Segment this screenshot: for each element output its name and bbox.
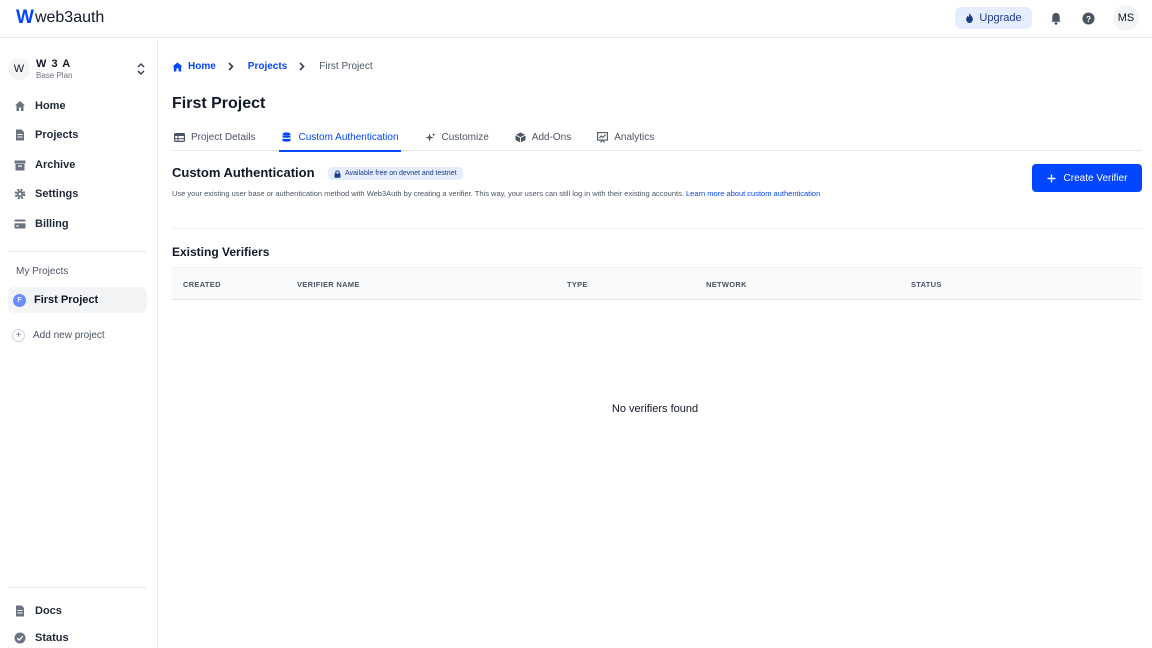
availability-badge-text: Available free on devnet and testnet: [345, 170, 457, 177]
home-icon: [14, 100, 26, 112]
custom-auth-description: Use your existing user base or authentic…: [172, 189, 820, 198]
plus-icon: [1047, 174, 1056, 182]
sidebar-item-settings[interactable]: Settings: [8, 181, 148, 207]
sidebar-item-label: Status: [35, 632, 69, 644]
project-name: First Project: [34, 294, 99, 306]
sidebar-project-first-project[interactable]: F First Project: [8, 287, 147, 313]
sidebar-item-label: Projects: [35, 129, 79, 141]
help-icon[interactable]: ?: [1081, 11, 1095, 25]
sidebar-item-label: Home: [35, 100, 66, 112]
sidebar-item-projects[interactable]: Projects: [8, 122, 148, 148]
upgrade-label: Upgrade: [979, 12, 1022, 24]
tab-label: Add-Ons: [531, 132, 572, 143]
lock-icon: [334, 170, 341, 178]
home-icon: [172, 61, 183, 72]
sidebar-item-label: Docs: [35, 605, 62, 617]
sidebar-item-label: Settings: [35, 188, 79, 200]
sidebar-item-label: Archive: [35, 159, 76, 171]
top-bar: W web3auth Upgrade ? MS: [0, 0, 1152, 38]
org-name: W 3 A: [36, 57, 72, 70]
column-header-created[interactable]: CREATED: [183, 280, 221, 289]
column-header-network[interactable]: NETWORK: [706, 280, 747, 289]
column-header-status[interactable]: STATUS: [911, 280, 942, 289]
credit-card-icon: [14, 218, 26, 230]
project-tabs: Project Details Custom Authentication Cu…: [172, 129, 1142, 152]
sidebar-item-status[interactable]: Status: [8, 625, 148, 648]
breadcrumb-projects-link[interactable]: Projects: [248, 61, 287, 72]
tab-add-ons[interactable]: Add-Ons: [513, 129, 573, 151]
bell-icon[interactable]: [1049, 11, 1063, 25]
sidebar-item-home[interactable]: Home: [8, 93, 148, 119]
learn-more-link[interactable]: Learn more about custom authentication: [686, 189, 820, 198]
custom-auth-title: Custom Authentication: [172, 165, 315, 180]
tab-customize[interactable]: Customize: [423, 129, 491, 151]
verifiers-table-header: CREATED VERIFIER NAME TYPE NETWORK STATU…: [172, 267, 1142, 300]
tab-label: Custom Authentication: [298, 132, 399, 143]
document-icon: [14, 129, 26, 141]
gear-icon: [14, 188, 26, 200]
create-verifier-button[interactable]: Create Verifier: [1032, 164, 1142, 192]
upgrade-button[interactable]: Upgrade: [955, 7, 1032, 29]
section-divider: [172, 228, 1142, 229]
my-projects-label: My Projects: [16, 266, 69, 277]
org-plan: Base Plan: [36, 70, 73, 80]
main-content: Home Projects First Project First Projec…: [158, 39, 1152, 648]
availability-badge: Available free on devnet and testnet: [328, 167, 463, 180]
cube-icon: [515, 132, 526, 143]
check-circle-icon: [14, 632, 26, 644]
plus-icon: +: [12, 329, 25, 342]
logo-text: web3auth: [34, 9, 105, 26]
archive-icon: [14, 159, 26, 171]
column-header-type[interactable]: TYPE: [567, 280, 588, 289]
sidebar-item-billing[interactable]: Billing: [8, 211, 148, 237]
breadcrumb-current: First Project: [319, 61, 373, 72]
empty-state-message: No verifiers found: [611, 403, 699, 415]
chevron-up-down-icon: [137, 62, 145, 76]
org-switcher[interactable]: W W 3 A Base Plan: [8, 55, 150, 83]
sidebar-item-archive[interactable]: Archive: [8, 152, 148, 178]
column-header-verifier-name[interactable]: VERIFIER NAME: [297, 280, 360, 289]
tab-label: Analytics: [614, 132, 655, 143]
add-project-label: Add new project: [33, 330, 105, 341]
svg-text:?: ?: [1085, 13, 1090, 23]
table-icon: [174, 132, 185, 143]
chevron-right-icon: [299, 62, 307, 72]
sidebar-divider: [8, 587, 146, 588]
add-new-project-button[interactable]: + Add new project: [12, 329, 105, 342]
create-verifier-label: Create Verifier: [1063, 172, 1128, 184]
tab-analytics[interactable]: Analytics: [595, 129, 656, 151]
web3auth-logo[interactable]: W web3auth: [16, 7, 105, 28]
custom-auth-description-text: Use your existing user base or authentic…: [172, 189, 684, 198]
document-icon: [14, 605, 26, 617]
sidebar: W W 3 A Base Plan Home Projects Archive …: [0, 39, 158, 648]
chart-icon: [597, 132, 609, 143]
breadcrumb-home-link[interactable]: Home: [188, 61, 216, 72]
project-badge: F: [13, 293, 26, 307]
flame-icon: [966, 13, 974, 23]
sparkles-icon: [424, 132, 436, 143]
logo-mark: W: [16, 7, 34, 28]
breadcrumb: Home Projects First Project: [172, 61, 373, 72]
tab-project-details[interactable]: Project Details: [172, 129, 257, 151]
sidebar-item-docs[interactable]: Docs: [8, 598, 148, 624]
existing-verifiers-title: Existing Verifiers: [172, 245, 270, 259]
tab-custom-authentication[interactable]: Custom Authentication: [279, 129, 401, 152]
user-avatar[interactable]: MS: [1113, 5, 1139, 31]
chevron-right-icon: [228, 62, 236, 72]
sidebar-divider: [8, 251, 146, 252]
sidebar-item-label: Billing: [35, 218, 69, 230]
tab-label: Project Details: [191, 132, 256, 143]
org-avatar: W: [8, 58, 30, 80]
tab-label: Customize: [441, 132, 489, 143]
page-title: First Project: [172, 95, 266, 112]
database-icon: [281, 132, 292, 143]
